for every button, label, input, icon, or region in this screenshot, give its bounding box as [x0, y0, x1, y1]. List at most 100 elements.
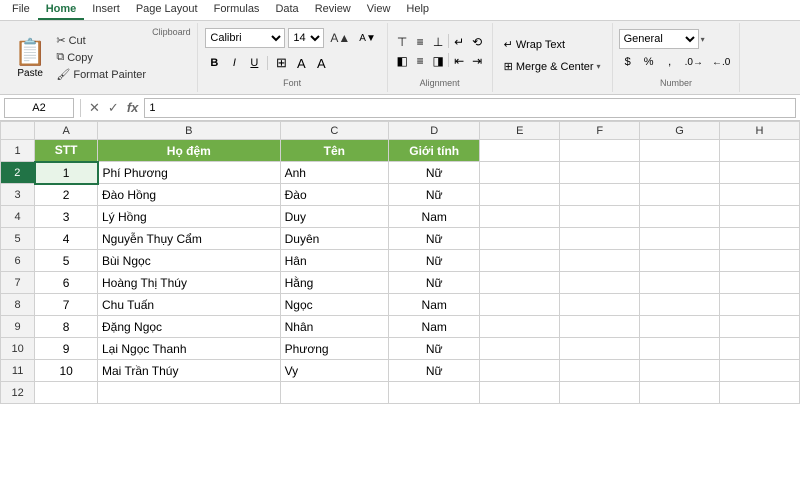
data-cell[interactable]: Hằng [280, 272, 388, 294]
header-cell[interactable]: Giới tính [389, 140, 480, 162]
tab-help[interactable]: Help [398, 0, 437, 20]
italic-button[interactable]: I [225, 53, 243, 73]
row-header-2[interactable]: 2 [1, 162, 35, 184]
col-header-C[interactable]: C [280, 122, 388, 140]
data-cell[interactable]: Lại Ngọc Thanh [98, 338, 281, 360]
number-format-arrow[interactable]: ▾ [701, 35, 705, 44]
header-cell[interactable] [640, 140, 720, 162]
font-size-select[interactable]: 14 [288, 28, 324, 48]
data-cell[interactable] [720, 250, 800, 272]
data-cell[interactable]: Đào [280, 184, 388, 206]
data-cell[interactable]: 8 [35, 316, 98, 338]
confirm-icon[interactable]: ✓ [106, 100, 121, 116]
data-cell[interactable] [560, 360, 640, 382]
increase-indent-button[interactable]: ⇥ [469, 52, 485, 68]
header-cell[interactable] [480, 140, 560, 162]
data-cell[interactable] [720, 382, 800, 404]
tab-insert[interactable]: Insert [84, 0, 128, 20]
data-cell[interactable]: 3 [35, 206, 98, 228]
row-header-4[interactable]: 4 [1, 206, 35, 228]
data-cell[interactable]: Anh [280, 162, 388, 184]
data-cell[interactable]: Nữ [389, 338, 480, 360]
data-cell[interactable] [480, 272, 560, 294]
data-cell[interactable] [560, 382, 640, 404]
data-cell[interactable]: Nữ [389, 360, 480, 382]
data-cell[interactable] [480, 294, 560, 316]
data-cell[interactable] [720, 360, 800, 382]
name-box[interactable] [4, 98, 74, 118]
font-size-decrease-button[interactable]: A▼ [356, 28, 379, 48]
tab-home[interactable]: Home [38, 0, 85, 20]
data-cell[interactable] [560, 184, 640, 206]
data-cell[interactable]: Hân [280, 250, 388, 272]
font-color-button[interactable]: A [312, 53, 330, 73]
increase-decimal-button[interactable]: ←.0 [709, 52, 733, 72]
data-cell[interactable] [720, 184, 800, 206]
data-cell[interactable] [640, 184, 720, 206]
data-cell[interactable]: Nữ [389, 228, 480, 250]
col-header-G[interactable]: G [640, 122, 720, 140]
data-cell[interactable] [560, 206, 640, 228]
data-cell[interactable]: 9 [35, 338, 98, 360]
bold-button[interactable]: B [205, 53, 223, 73]
data-cell[interactable]: Duyên [280, 228, 388, 250]
data-cell[interactable] [720, 162, 800, 184]
data-cell[interactable]: 10 [35, 360, 98, 382]
data-cell[interactable]: Đặng Ngọc [98, 316, 281, 338]
data-cell[interactable] [640, 272, 720, 294]
data-cell[interactable] [480, 228, 560, 250]
data-cell[interactable] [280, 382, 388, 404]
data-cell[interactable] [480, 338, 560, 360]
tab-formulas[interactable]: Formulas [206, 0, 268, 20]
align-middle-button[interactable]: ≡ [412, 33, 428, 49]
comma-button[interactable]: , [661, 52, 679, 72]
data-cell[interactable]: Nam [389, 316, 480, 338]
data-cell[interactable]: 7 [35, 294, 98, 316]
data-cell[interactable] [480, 184, 560, 206]
data-cell[interactable]: Phí Phương [98, 162, 281, 184]
data-cell[interactable] [640, 228, 720, 250]
data-cell[interactable] [720, 338, 800, 360]
data-cell[interactable] [560, 272, 640, 294]
col-header-B[interactable]: B [98, 122, 281, 140]
data-cell[interactable] [560, 162, 640, 184]
row-header-5[interactable]: 5 [1, 228, 35, 250]
data-cell[interactable]: Mai Trần Thúy [98, 360, 281, 382]
number-format-select[interactable]: General [619, 29, 699, 49]
header-cell[interactable] [720, 140, 800, 162]
data-cell[interactable] [480, 316, 560, 338]
data-cell[interactable] [640, 338, 720, 360]
data-cell[interactable]: Nhân [280, 316, 388, 338]
data-cell[interactable] [640, 382, 720, 404]
data-cell[interactable] [560, 338, 640, 360]
wrap-text-button[interactable]: ↵ Wrap Text [499, 35, 606, 54]
data-cell[interactable] [720, 316, 800, 338]
data-cell[interactable]: Nữ [389, 162, 480, 184]
row-header-9[interactable]: 9 [1, 316, 35, 338]
col-header-H[interactable]: H [720, 122, 800, 140]
data-cell[interactable] [720, 272, 800, 294]
data-cell[interactable] [640, 294, 720, 316]
align-center-button[interactable]: ≡ [412, 52, 428, 68]
row-header-12[interactable]: 12 [1, 382, 35, 404]
align-bottom-button[interactable]: ⊥ [430, 33, 446, 49]
data-cell[interactable]: Nữ [389, 272, 480, 294]
data-cell[interactable]: 4 [35, 228, 98, 250]
data-cell[interactable] [480, 382, 560, 404]
data-cell[interactable] [560, 294, 640, 316]
col-header-A[interactable]: A [35, 122, 98, 140]
data-cell[interactable] [640, 250, 720, 272]
formula-input[interactable] [144, 98, 796, 118]
col-header-D[interactable]: D [389, 122, 480, 140]
data-cell[interactable]: 2 [35, 184, 98, 206]
tab-view[interactable]: View [359, 0, 399, 20]
merge-center-button[interactable]: ⊞ Merge & Center ▾ [499, 57, 606, 76]
currency-button[interactable]: $ [619, 52, 637, 72]
merge-dropdown-arrow[interactable]: ▾ [597, 62, 601, 71]
data-cell[interactable]: Hoàng Thị Thúy [98, 272, 281, 294]
tab-file[interactable]: File [4, 0, 38, 20]
text-direction-button[interactable]: ⟲ [469, 33, 485, 49]
data-cell[interactable] [480, 206, 560, 228]
font-face-select[interactable]: Calibri [205, 28, 285, 48]
decrease-decimal-button[interactable]: .0→ [682, 52, 706, 72]
